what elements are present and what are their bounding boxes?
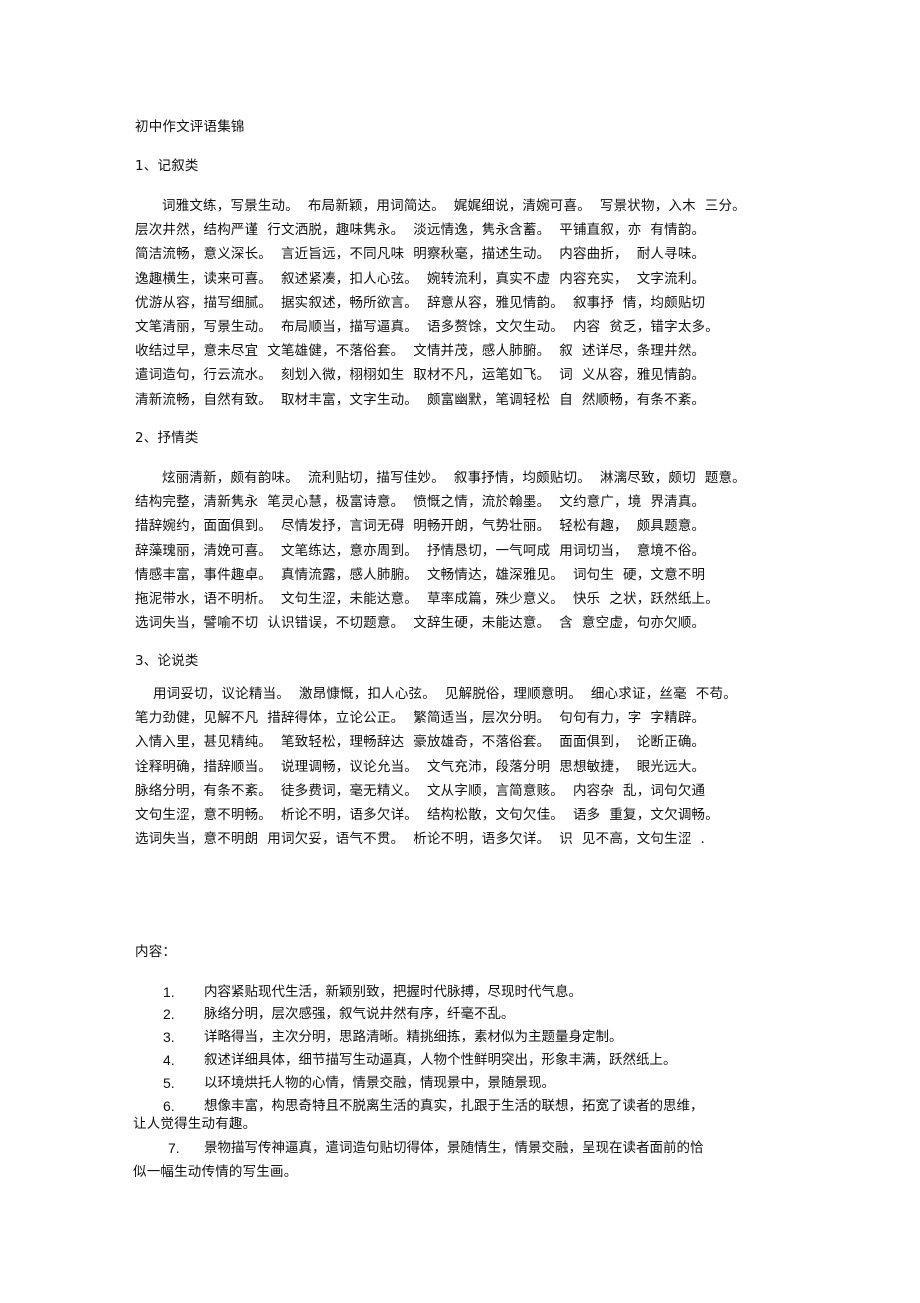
item-text: 叙述详细具体，细节描写生动逼真，人物个性鲜明突出，形象丰满，跃然纸上。 [204,1052,677,1068]
content-label: 内容： [135,944,177,960]
item-text: 详略得当，主次分明，思路清晰。精挑细拣，素材似为主题量身定制。 [204,1029,623,1045]
item-number: 4. [163,1052,175,1068]
item-number: 1. [163,984,175,1000]
comment-line: 结构完整，清新隽永 笔灵心慧，极富诗意。 愤慨之情，流於翰墨。 文约意广，境 界… [135,494,706,511]
item-text: 以环境烘托人物的心情，情景交融，情现景中，景随景现。 [204,1075,555,1091]
comment-line: 简洁流畅，意义深长。 言近旨远，不同凡味 明察秋毫，描述生动。 内容曲折， 耐人… [135,246,706,263]
item-text: 想像丰富，构思奇特且不脱离生活的真实，扎跟于生活的联想，拓宽了读者的思维， [204,1098,704,1114]
comment-line: 措辞婉约，面面俱到。 尽情发抒，言词无碍 明畅开朗，气势壮丽。 轻松有趣， 颇具… [135,518,706,535]
comment-line: 优游从容，描写细腻。 据实叙述，畅所欲言。 辞意从容，雅见情韵。 叙事抒 情，均… [135,294,706,311]
section-heading-narrative: 1、记叙类 [135,158,199,174]
item-number: 7. [168,1140,180,1156]
comment-line: 文句生涩，意不明畅。 析论不明，语多欠详。 结构松散，文句欠佳。 语多 重复，文… [135,807,719,823]
item-number: 6. [163,1098,175,1114]
comment-line: 用词妥切，议论精当。 激昂慷慨，扣人心弦。 见解脱俗，理顺意明。 细心求证，丝毫… [135,686,737,702]
item-text: 脉络分明，层次感强，叙气说井然有序，纤毫不乱。 [204,1006,515,1022]
comment-line: 清新流畅，自然有致。 取材丰富，文字生动。 颇富幽默，笔调轻松 自 然顺畅，有条… [135,391,706,408]
comment-line: 选词失当，意不明朗 用词欠妥，语气不贯。 析论不明，语多欠详。 识 见不高，文句… [135,831,706,848]
document-title: 初中作文评语集锦 [135,119,245,135]
comment-line: 逸趣横生，读来可喜。 叙述紧凑，扣人心弦。 婉转流利，真实不虚 内容充实， 文字… [135,270,706,287]
comment-line: 诠释明确，措辞顺当。 说理调畅，议论允当。 文气充沛，段落分明 思想敏捷， 眼光… [135,758,706,775]
comment-line: 入情入里，甚见精纯。 笔致轻松，理畅辞达 豪放雄奇，不落俗套。 面面俱到， 论断… [135,734,706,751]
section-heading-argument: 3、论说类 [135,653,199,669]
comment-line: 笔力劲健，见解不凡 措辞得体，立论公正。 繁简适当，层次分明。 句句有力，字 字… [135,710,706,727]
section-heading-lyric: 2、抒情类 [135,430,199,446]
item-number: 2. [163,1006,175,1022]
comment-line: 层次井然，结构严谨 行文洒脱，趣味隽永。 淡远情逸，隽永含蓄。 平铺直叙，亦 有… [135,222,706,239]
comment-line: 收结过早，意未尽宜 文笔雄健，不落俗套。 文情并茂，感人肺腑。 叙 述详尽，条理… [135,343,706,360]
document-page: 初中作文评语集锦 1、记叙类 词雅文练，写景生动。 布局新颖，用词简达。 娓娓细… [0,0,920,1303]
comment-line: 遣词造句，行云流水。 刻划入微，栩栩如生 取材不凡，运笔如飞。 词 义从容，雅见… [135,367,706,384]
comment-line: 辞藻瑰丽，清娩可喜。 文笔练达，意亦周到。 抒情恳切，一气呵成 用词切当， 意境… [135,542,706,559]
comment-line: 脉络分明，有条不紊。 徒多费词，毫无精义。 文从字顺，言简意赅。 内容杂 乱，词… [135,782,706,799]
comment-line: 选词失当，譬喻不切 认识错误，不切题意。 文辞生硬，未能达意。 含 意空虚，句亦… [135,615,706,632]
item-text: 景物描写传神逼真，遣词造句贴切得体，景随情生，情景交融，呈现在读者面前的恰 [204,1140,704,1156]
item-text-continuation: 让人觉得生动有趣。 [133,1116,257,1132]
comment-line: 词雅文练，写景生动。 布局新颖，用词简达。 娓娓细说，清婉可喜。 写景状物，入木… [135,198,746,214]
item-number: 3. [163,1029,175,1045]
item-text: 内容紧贴现代生活，新颖别致，把握时代脉搏，尽现时代气息。 [204,984,582,1000]
comment-line: 炫丽清新，颇有韵味。 流利贴切，描写佳妙。 叙事抒情，均颇贴切。 淋漓尽致，颇切… [135,470,746,486]
item-text-continuation: 似一幅生动传情的写生画。 [133,1164,298,1180]
comment-line: 文笔清丽，写景生动。 布局顺当，描写逼真。 语多赘馀，文欠生动。 内容 贫乏，错… [135,319,719,335]
item-number: 5. [163,1075,175,1091]
comment-line: 拖泥带水，语不明析。 文句生涩，未能达意。 草率成篇，殊少意义。 快乐 之状，跃… [135,591,719,607]
comment-line: 情感丰富，事件趣卓。 真情流露，感人肺腑。 文畅情达，雄深雅见。 词句生 硬，文… [135,566,706,583]
